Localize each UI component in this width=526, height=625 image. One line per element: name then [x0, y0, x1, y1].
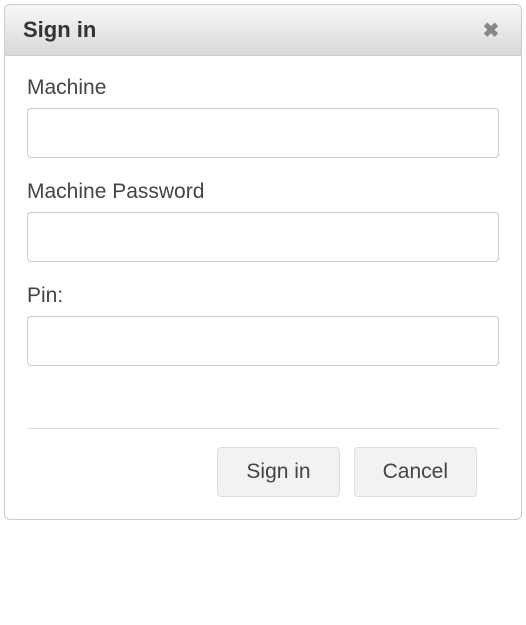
pin-group: Pin:: [27, 284, 499, 366]
password-group: Machine Password: [27, 180, 499, 262]
signin-button[interactable]: Sign in: [217, 447, 339, 497]
pin-input[interactable]: [27, 316, 499, 366]
machine-group: Machine: [27, 76, 499, 158]
close-button[interactable]: ✖: [479, 18, 503, 42]
dialog-title: Sign in: [23, 17, 96, 43]
dialog-header: Sign in ✖: [5, 5, 521, 56]
machine-input[interactable]: [27, 108, 499, 158]
dialog-footer: Sign in Cancel: [27, 428, 499, 519]
password-label: Machine Password: [27, 180, 499, 204]
pin-label: Pin:: [27, 284, 499, 308]
cancel-button[interactable]: Cancel: [354, 447, 477, 497]
machine-label: Machine: [27, 76, 499, 100]
dialog-body: Machine Machine Password Pin:: [5, 56, 521, 398]
signin-dialog: Sign in ✖ Machine Machine Password Pin: …: [4, 4, 522, 520]
close-icon: ✖: [483, 18, 500, 43]
password-input[interactable]: [27, 212, 499, 262]
